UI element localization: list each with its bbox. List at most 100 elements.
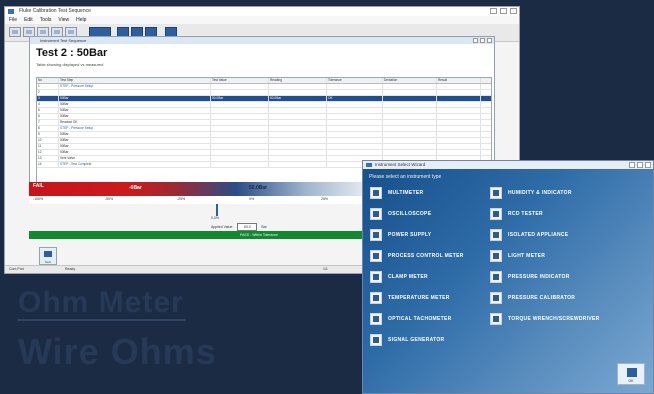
table-cell: [269, 90, 327, 95]
column-header[interactable]: Reading: [269, 78, 327, 83]
table-cell: [211, 120, 269, 125]
column-header[interactable]: Deviation: [383, 78, 437, 83]
menu-view[interactable]: View: [58, 16, 69, 24]
table-cell: [327, 144, 383, 149]
rcd-tester-icon: [490, 208, 502, 220]
menu-help[interactable]: Help: [76, 16, 86, 24]
table-cell: 50Bar: [59, 102, 211, 107]
instrument-option[interactable]: TEMPERATURE METER: [370, 290, 450, 306]
oscilloscope-icon: [370, 208, 382, 220]
table-cell: 50Bar: [59, 114, 211, 119]
table-cell: [437, 132, 481, 137]
background-divider: [18, 319, 186, 321]
table-cell: [211, 156, 269, 161]
column-header[interactable]: Result: [437, 78, 481, 83]
table-cell: STEP - Pressure Setup: [59, 84, 211, 89]
instrument-option[interactable]: PRESSURE INDICATOR: [490, 269, 570, 285]
instrument-option[interactable]: ISOLATED APPLIANCE: [490, 227, 568, 243]
table-cell: [327, 84, 383, 89]
background-heading-1: Ohm Meter: [18, 286, 184, 319]
instrument-option[interactable]: LIGHT METER: [490, 248, 545, 264]
table-cell: [383, 120, 437, 125]
scale-tick-label: -100%: [33, 197, 44, 201]
menu-edit[interactable]: Edit: [24, 16, 33, 24]
new-icon[interactable]: [9, 27, 21, 37]
instrument-option[interactable]: TORQUE WRENCH/SCREWDRIVER: [490, 311, 600, 327]
table-cell: 9: [37, 132, 59, 137]
table-cell: 11: [37, 144, 59, 149]
menu-file[interactable]: File: [9, 16, 17, 24]
table-cell: [327, 150, 383, 155]
table-cell: [437, 90, 481, 95]
table-cell: STEP - Test Complete: [59, 162, 211, 167]
test-window-maximize-button[interactable]: [480, 38, 485, 43]
appliance-tester-icon: [490, 229, 502, 241]
table-cell: [269, 120, 327, 125]
table-cell: [327, 90, 383, 95]
torque-wrench-icon: [490, 313, 502, 325]
table-cell: [327, 102, 383, 107]
table-cell: [269, 132, 327, 137]
column-header[interactable]: Tolerance: [327, 78, 383, 83]
instrument-option[interactable]: HUMIDITY & INDICATOR: [490, 185, 572, 201]
status-left: Com Port: [9, 267, 24, 271]
column-header[interactable]: Test Value: [211, 78, 269, 83]
column-header[interactable]: Test Step: [59, 78, 211, 83]
instrument-option[interactable]: SIGNAL GENERATOR: [370, 332, 444, 348]
table-cell: [383, 126, 437, 131]
humidity-icon: [490, 187, 502, 199]
dialog-maximize-button[interactable]: [637, 162, 643, 168]
instrument-option[interactable]: OPTICAL TACHOMETER: [370, 311, 452, 327]
background-heading-2: Wire Ohms: [18, 331, 217, 372]
table-cell: [211, 114, 269, 119]
ok-button-label: OK: [628, 379, 634, 383]
deviation-center-value: 50.0Bar: [249, 185, 268, 191]
instrument-option[interactable]: POWER SUPPLY: [370, 227, 431, 243]
table-cell: [383, 84, 437, 89]
next-icon: [44, 251, 52, 257]
minimize-button[interactable]: [490, 8, 497, 14]
main-window-title: Fluke Calibration Test Sequence: [19, 8, 91, 14]
ok-button[interactable]: OK: [617, 363, 645, 385]
scale-tick-label: -25%: [177, 197, 186, 201]
test-window-titlebar: Instrument Test Sequence: [30, 37, 494, 44]
table-cell: [437, 120, 481, 125]
menu-tools[interactable]: Tools: [40, 16, 52, 24]
close-button[interactable]: [510, 8, 517, 14]
table-cell: [437, 114, 481, 119]
table-cell: 50Bar: [59, 132, 211, 137]
table-cell: [211, 102, 269, 107]
table-cell: [383, 144, 437, 149]
maximize-button[interactable]: [500, 8, 507, 14]
table-cell: [437, 84, 481, 89]
table-cell: [211, 138, 269, 143]
reading-value-field[interactable]: 50.0: [237, 223, 258, 231]
instrument-label: HUMIDITY & INDICATOR: [508, 190, 572, 196]
next-button[interactable]: Next: [39, 247, 57, 265]
instrument-option[interactable]: PRESSURE CALIBRATOR: [490, 290, 575, 306]
instrument-label: CLAMP METER: [388, 274, 428, 280]
instrument-label: OSCILLOSCOPE: [388, 211, 432, 217]
signal-generator-icon: [370, 334, 382, 346]
instrument-option[interactable]: RCD TESTER: [490, 206, 543, 222]
deviation-left-value: -0Bar: [129, 185, 142, 191]
instrument-option[interactable]: OSCILLOSCOPE: [370, 206, 431, 222]
test-window-minimize-button[interactable]: [473, 38, 478, 43]
multimeter-icon: [370, 187, 382, 199]
instrument-label: PRESSURE CALIBRATOR: [508, 295, 576, 301]
test-window-close-button[interactable]: [487, 38, 492, 43]
table-cell: [383, 138, 437, 143]
main-window-titlebar: Fluke Calibration Test Sequence: [5, 7, 519, 16]
table-cell: [269, 150, 327, 155]
column-header[interactable]: No: [37, 78, 59, 83]
instrument-option[interactable]: CLAMP METER: [370, 269, 428, 285]
scale-tick-label: 0%: [249, 197, 255, 201]
instrument-option[interactable]: PROCESS CONTROL METER: [370, 248, 464, 264]
table-cell: [269, 156, 327, 161]
dialog-close-button[interactable]: [645, 162, 651, 168]
dialog-titlebar: Instrument Select Wizard: [363, 161, 653, 169]
status-right: 1/1: [323, 267, 328, 271]
reading-unit: Bar: [261, 225, 267, 229]
instrument-option[interactable]: MULTIMETER: [370, 185, 423, 201]
dialog-minimize-button[interactable]: [629, 162, 635, 168]
